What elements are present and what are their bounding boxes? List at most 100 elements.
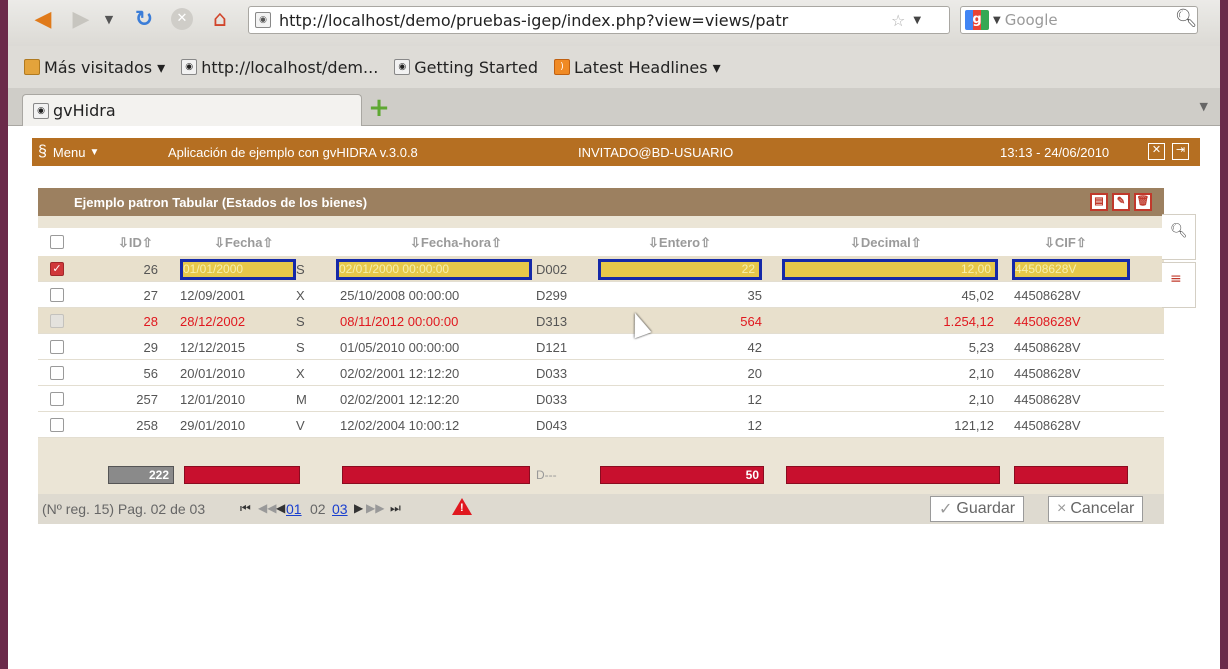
- fecha-hora-input[interactable]: 02/01/2000 00:00:00: [336, 259, 532, 280]
- close-icon: ×: [1057, 500, 1067, 517]
- site-icon: ◉: [255, 12, 271, 28]
- edit-icon[interactable]: ✎: [1112, 193, 1130, 211]
- table-row[interactable]: 29 12/12/2015 S 01/05/2010 00:00:00 D121…: [38, 334, 1164, 360]
- next-page-icon[interactable]: ▶: [354, 501, 363, 515]
- history-dropdown-icon[interactable]: ▼: [101, 5, 117, 33]
- entero-input[interactable]: 22: [598, 259, 762, 280]
- page-link-03[interactable]: 03: [332, 501, 348, 517]
- fecha-input[interactable]: 01/01/2000: [180, 259, 296, 280]
- cell-decimal: 45,02: [961, 288, 994, 303]
- prev-page-icon[interactable]: ◀: [276, 501, 285, 515]
- stop-icon: ✕: [171, 8, 193, 30]
- column-label: Fecha-hora: [420, 235, 491, 250]
- bookmark-star-icon[interactable]: ☆: [891, 11, 905, 30]
- tab-gvhidra[interactable]: ◉ gvHidra: [22, 94, 362, 126]
- forward-button[interactable]: ▶: [66, 5, 96, 33]
- menu-button[interactable]: § Menu ▼: [38, 143, 138, 161]
- new-cif-input[interactable]: [1014, 466, 1128, 484]
- first-page-icon[interactable]: ⏮: [240, 501, 251, 516]
- column-header-id[interactable]: ⇩ID⇧: [118, 235, 153, 251]
- table-row[interactable]: 257 12/01/2010 M 02/02/2001 12:12:20 D03…: [38, 386, 1164, 412]
- search-bar[interactable]: g ▼ Google: [960, 6, 1198, 34]
- last-page-icon[interactable]: ⏭: [390, 501, 401, 516]
- row-checkbox[interactable]: [50, 418, 64, 432]
- url-text[interactable]: http://localhost/demo/pruebas-igep/index…: [279, 11, 889, 30]
- page-icon: ◉: [33, 102, 49, 119]
- cell-fecha-hora: 25/10/2008 00:00:00: [340, 288, 460, 303]
- cell-d: D033: [536, 392, 568, 407]
- column-header-fecha-hora[interactable]: ⇩Fecha-hora⇧: [410, 235, 502, 251]
- new-tab-plus-icon[interactable]: +: [366, 95, 392, 122]
- cell-fecha-hora: 02/02/2001 12:12:20: [340, 366, 460, 381]
- new-decimal-input[interactable]: [786, 466, 1000, 484]
- tab-list-dropdown-icon[interactable]: ▼: [1200, 100, 1208, 113]
- back-button[interactable]: ◀: [26, 5, 60, 33]
- panel-title: Ejemplo patron Tabular (Estados de los b…: [74, 194, 368, 210]
- cell-decimal: 121,12: [954, 418, 994, 433]
- magnifier-icon[interactable]: 🔍︎: [1174, 8, 1198, 32]
- google-icon[interactable]: g: [965, 10, 989, 30]
- row-checkbox[interactable]: [50, 366, 64, 380]
- close-app-icon[interactable]: ✕: [1148, 143, 1165, 160]
- stop-button[interactable]: ✕: [168, 5, 196, 33]
- bookmark-latest-headlines[interactable]: ) Latest Headlines ▾: [553, 57, 721, 77]
- warning-icon[interactable]: !: [452, 498, 472, 515]
- select-all-checkbox[interactable]: [50, 235, 64, 249]
- page-link-01[interactable]: 01: [286, 501, 302, 517]
- cell-s: S: [296, 314, 305, 329]
- new-fecha-input[interactable]: [184, 466, 300, 484]
- insert-icon[interactable]: ▤: [1090, 193, 1108, 211]
- cell-decimal: 1.254,12: [943, 314, 994, 329]
- row-checkbox[interactable]: [50, 340, 64, 354]
- bookmark-mas-visitados[interactable]: Más visitados ▾: [24, 58, 165, 77]
- tab-bar: ◉ gvHidra + ▼: [8, 88, 1220, 126]
- table-row[interactable]: 56 20/01/2010 X 02/02/2001 12:12:20 D033…: [38, 360, 1164, 386]
- cell-fecha-hora: 08/11/2012 00:00:00: [340, 314, 459, 329]
- bookmark-localhost[interactable]: ◉ http://localhost/dem...: [181, 58, 378, 77]
- chevron-down-icon: ▼: [89, 146, 100, 158]
- cell-s: M: [296, 392, 307, 407]
- column-header-decimal[interactable]: ⇩Decimal⇧: [850, 235, 922, 251]
- url-bar[interactable]: ◉ http://localhost/demo/pruebas-igep/ind…: [248, 6, 950, 34]
- table-row[interactable]: 27 12/09/2001 X 25/10/2008 00:00:00 D299…: [38, 282, 1164, 308]
- cif-input[interactable]: 44508628V: [1012, 259, 1130, 280]
- bookmark-getting-started[interactable]: ◉ Getting Started: [394, 58, 538, 77]
- new-fecha-hora-input[interactable]: [342, 466, 530, 484]
- logout-icon[interactable]: ⇥: [1172, 143, 1189, 160]
- home-button[interactable]: ⌂: [204, 5, 236, 33]
- reload-button[interactable]: ↻: [128, 5, 160, 33]
- column-header-fecha[interactable]: ⇩Fecha⇧: [214, 235, 273, 251]
- bookmark-label: Latest Headlines ▾: [573, 57, 721, 77]
- page-current: 02: [310, 501, 326, 517]
- row-checkbox[interactable]: [50, 392, 64, 406]
- new-entero-input[interactable]: 50: [600, 466, 764, 484]
- save-button[interactable]: ✓ Guardar: [930, 496, 1025, 522]
- new-record-row: 222 D--- 50: [38, 464, 1164, 486]
- table-row[interactable]: ✓ 26 01/01/2000 S 02/01/2000 00:00:00 D0…: [38, 256, 1164, 282]
- search-input[interactable]: Google: [1005, 11, 1197, 29]
- cell-cif: 44508628V: [1014, 366, 1081, 381]
- cancel-button[interactable]: × Cancelar: [1048, 496, 1144, 522]
- cell-d: D299: [536, 288, 568, 303]
- column-label: ID: [128, 235, 142, 250]
- search-side-tab[interactable]: 🔍︎: [1162, 214, 1196, 260]
- cell-cif: 44508628V: [1014, 418, 1081, 433]
- table-row[interactable]: 258 29/01/2010 V 12/02/2004 10:00:12 D04…: [38, 412, 1164, 438]
- delete-icon[interactable]: 🗑︎: [1134, 193, 1152, 211]
- url-dropdown-icon[interactable]: ▼: [913, 15, 921, 26]
- column-header-entero[interactable]: ⇩Entero⇧: [648, 235, 711, 251]
- decimal-input[interactable]: 12,00: [782, 259, 998, 280]
- list-side-tab[interactable]: ≡: [1162, 262, 1196, 308]
- search-engine-dropdown-icon[interactable]: ▼: [993, 15, 1001, 26]
- column-header-cif[interactable]: ⇩CIF⇧: [1044, 235, 1087, 251]
- table-row[interactable]: 28 28/12/2002 S 08/11/2012 00:00:00 D313…: [38, 308, 1164, 334]
- new-id-input[interactable]: 222: [108, 466, 174, 484]
- next-block-icon[interactable]: ▶▶: [366, 501, 384, 515]
- cell-d: D043: [536, 418, 568, 433]
- cell-fecha: 28/12/2002: [180, 314, 246, 329]
- row-checkbox[interactable]: [50, 288, 64, 302]
- cell-fecha-hora: 02/02/2001 12:12:20: [340, 392, 460, 407]
- row-checkbox: [50, 314, 64, 328]
- row-checkbox[interactable]: ✓: [50, 262, 64, 276]
- prev-block-icon[interactable]: ◀◀: [258, 501, 276, 515]
